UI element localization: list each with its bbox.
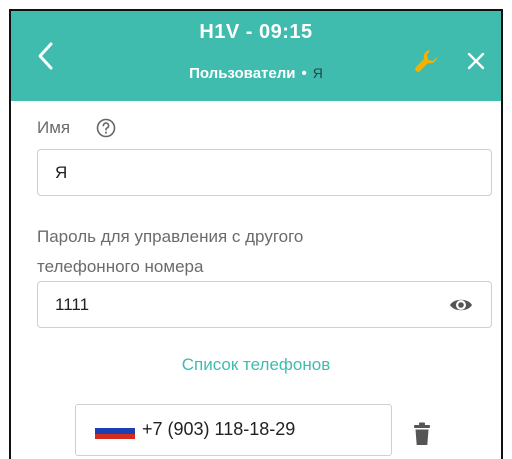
password-label-line1: Пароль для управления с другого xyxy=(37,227,304,246)
password-label-line2: телефонного номера xyxy=(37,257,204,276)
help-circle-icon[interactable] xyxy=(96,118,116,138)
app-window: H1V - 09:15 Пользователи • Я Имя Пароль дл… xyxy=(9,9,503,459)
device-title: H1V - 09:15 xyxy=(199,21,313,43)
name-label: Имя xyxy=(37,118,71,137)
russia-flag-icon[interactable] xyxy=(95,423,135,439)
header-bar: H1V - 09:15 Пользователи • Я xyxy=(11,11,501,101)
eye-icon[interactable] xyxy=(449,295,473,315)
name-input[interactable] xyxy=(55,150,435,195)
breadcrumb-section[interactable]: Пользователи xyxy=(189,65,295,82)
name-field[interactable] xyxy=(37,149,492,196)
phone-list-link[interactable]: Список телефонов xyxy=(11,355,501,375)
breadcrumb-separator: • xyxy=(301,65,307,82)
password-field[interactable] xyxy=(37,281,492,328)
phone-entry[interactable]: +7 (903) 118-18-29 xyxy=(75,404,392,456)
trash-icon[interactable] xyxy=(412,422,432,446)
phone-number[interactable]: +7 (903) 118-18-29 xyxy=(142,419,295,440)
wrench-icon[interactable] xyxy=(413,47,441,75)
breadcrumb-current: Я xyxy=(312,65,323,81)
password-input[interactable] xyxy=(55,282,435,327)
close-icon[interactable] xyxy=(466,51,486,71)
